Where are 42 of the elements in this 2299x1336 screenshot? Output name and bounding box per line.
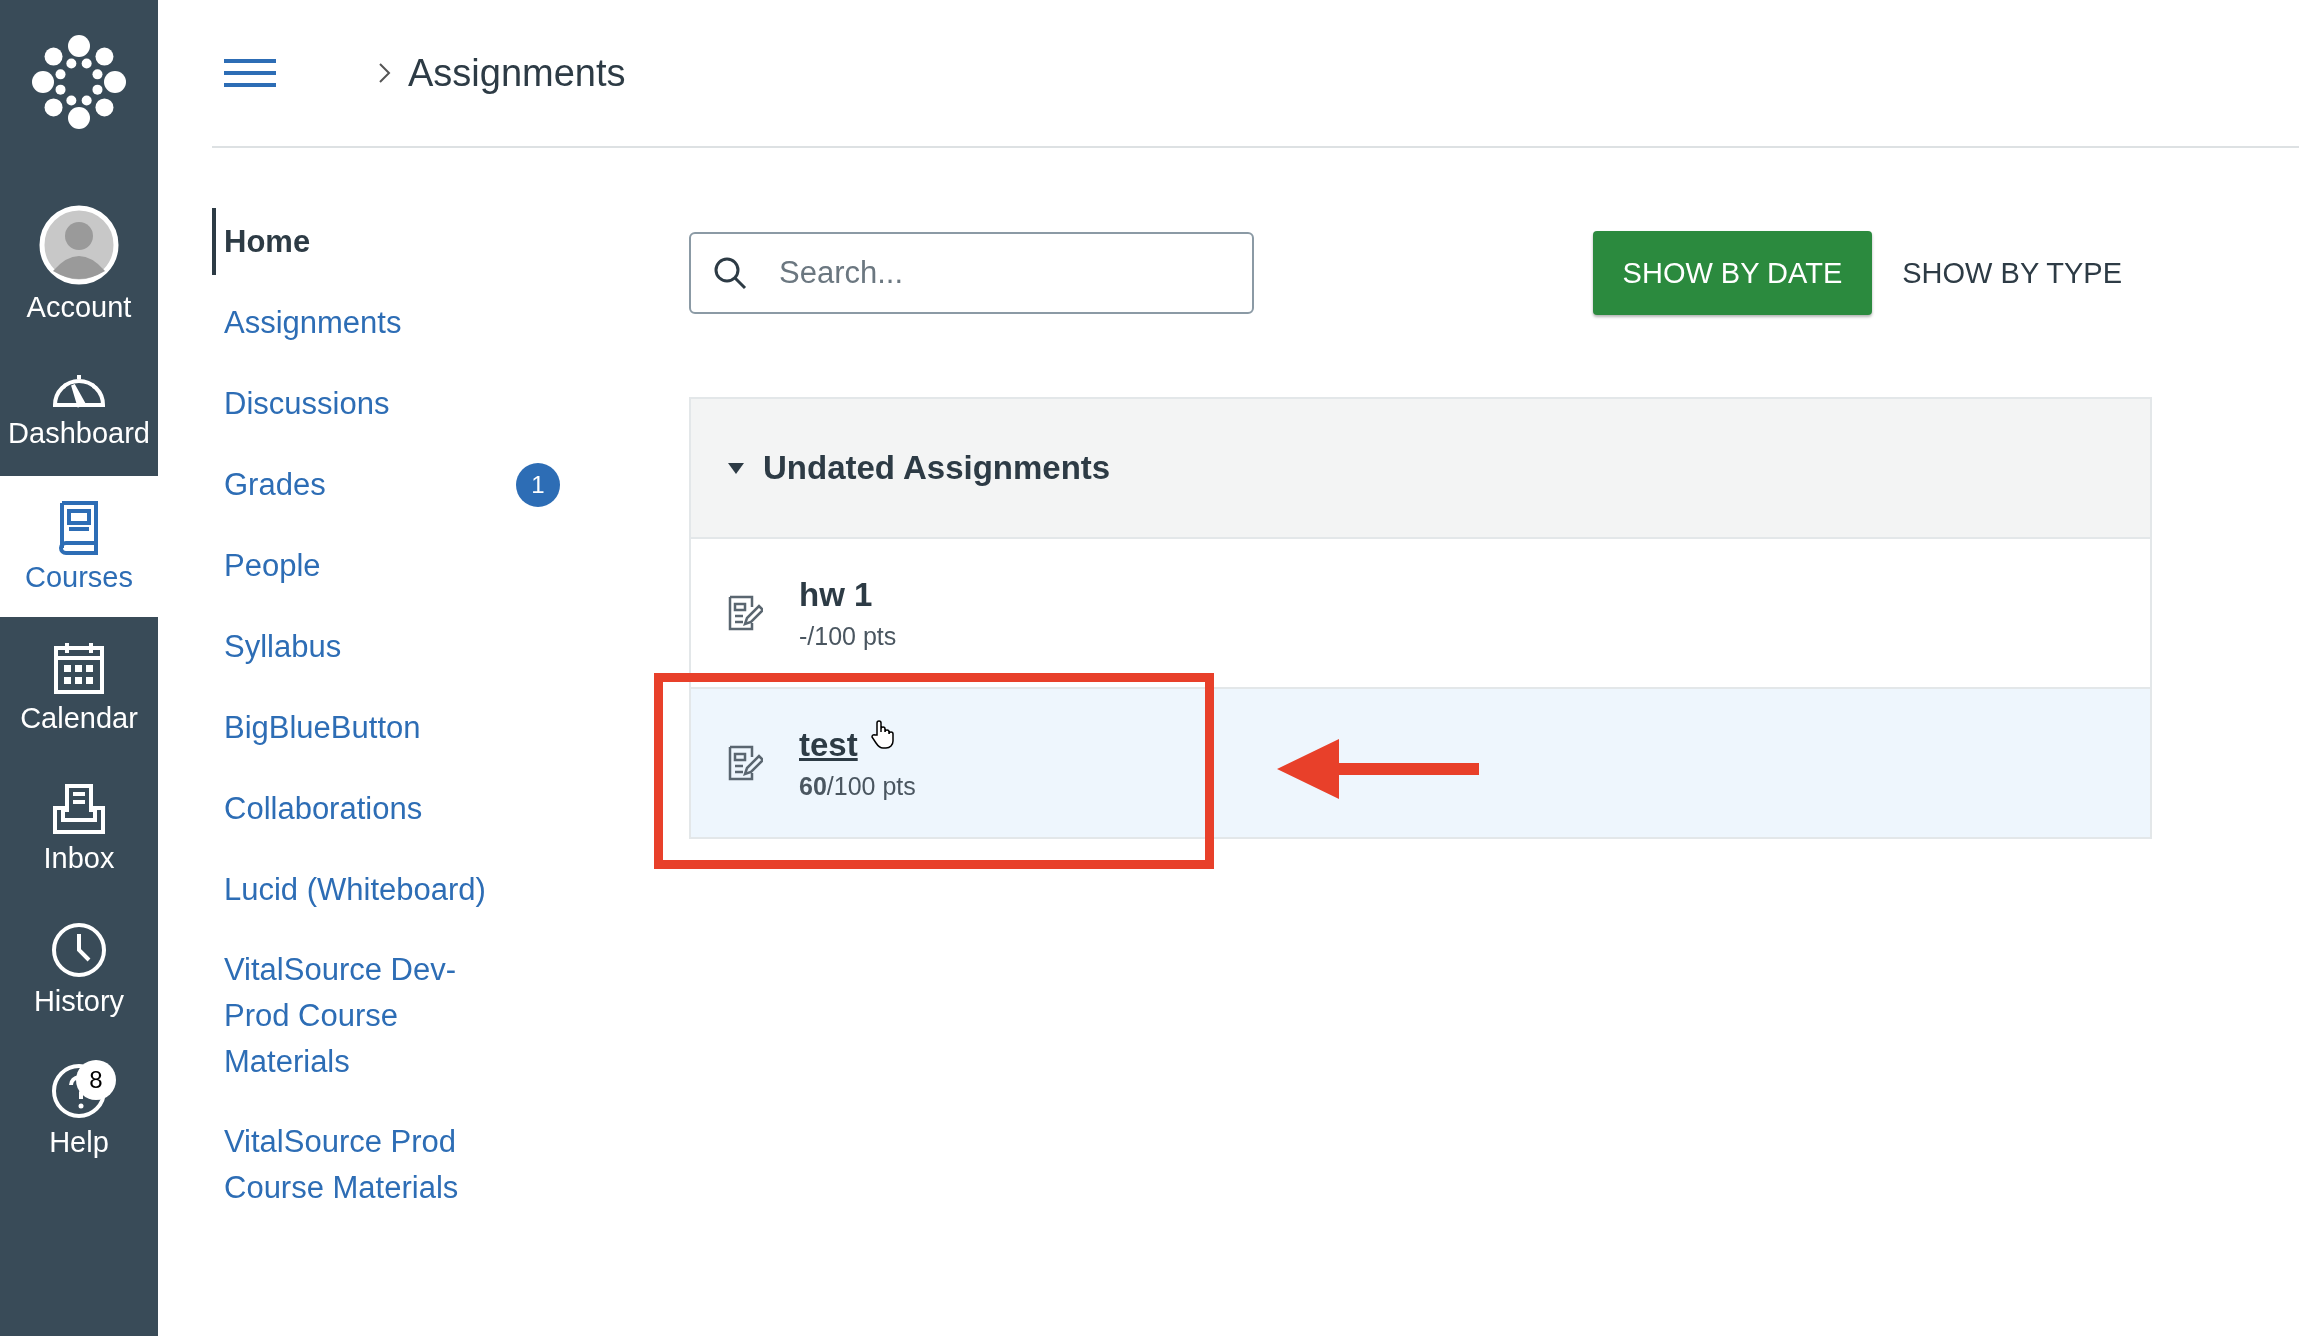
course-nav-link[interactable]: People (224, 542, 504, 589)
course-nav-link[interactable]: BigBlueButton (224, 704, 504, 751)
nav-item[interactable]: Account (0, 194, 158, 335)
nav-item[interactable]: History (0, 899, 158, 1040)
course-nav-link[interactable]: VitalSource Dev-Prod Course Materials (224, 947, 504, 1085)
group-header[interactable]: Undated Assignments (691, 399, 2150, 537)
calendar-icon (52, 640, 106, 696)
search-icon (713, 256, 747, 290)
menu-icon[interactable] (222, 58, 278, 88)
course-nav-link[interactable]: Discussions (224, 380, 504, 427)
course-nav-link[interactable]: Collaborations (224, 785, 504, 832)
inbox-icon (51, 782, 107, 836)
course-nav-link[interactable]: Assignments (224, 299, 504, 346)
search-field[interactable]: Search... (689, 232, 1254, 314)
nav-item[interactable]: Help 8 (0, 1040, 158, 1181)
course-nav-link[interactable]: Grades (224, 461, 504, 508)
course-nav-link[interactable]: Lucid (Whiteboard) (224, 866, 504, 913)
course-nav-link[interactable]: Home (224, 218, 504, 265)
course-nav-link[interactable]: Syllabus (224, 623, 504, 670)
view-toggle-button[interactable]: SHOW BY DATE (1592, 231, 1873, 315)
count-badge: 1 (516, 462, 560, 507)
assignment-icon (727, 744, 763, 782)
assignment-row[interactable]: test 60/100 pts (691, 687, 2150, 837)
caret-icon (727, 461, 745, 475)
chevron-icon (378, 62, 392, 84)
logo-icon[interactable] (30, 34, 128, 130)
assignment-points: 60/100 pts (799, 771, 916, 801)
assignment-points: -/100 pts (799, 621, 897, 651)
avatar-icon (39, 205, 119, 285)
clock-icon (50, 921, 108, 979)
view-toggle-button[interactable]: SHOW BY TYPE (1872, 231, 2152, 315)
breadcrumb-current: Assignments (408, 51, 626, 95)
course-nav-link[interactable]: VitalSource Prod Course Materials (224, 1119, 504, 1211)
assignment-title[interactable]: hw 1 (799, 575, 873, 614)
notification-badge: 8 (76, 1060, 116, 1100)
nav-item[interactable]: Dashboard (0, 335, 158, 476)
nav-item[interactable]: Courses (0, 476, 158, 617)
assignment-icon (727, 594, 763, 632)
assignment-title[interactable]: test (799, 725, 858, 764)
nav-item[interactable]: Calendar (0, 617, 158, 758)
nav-item[interactable]: Inbox (0, 758, 158, 899)
hand-cursor-icon (871, 719, 895, 749)
